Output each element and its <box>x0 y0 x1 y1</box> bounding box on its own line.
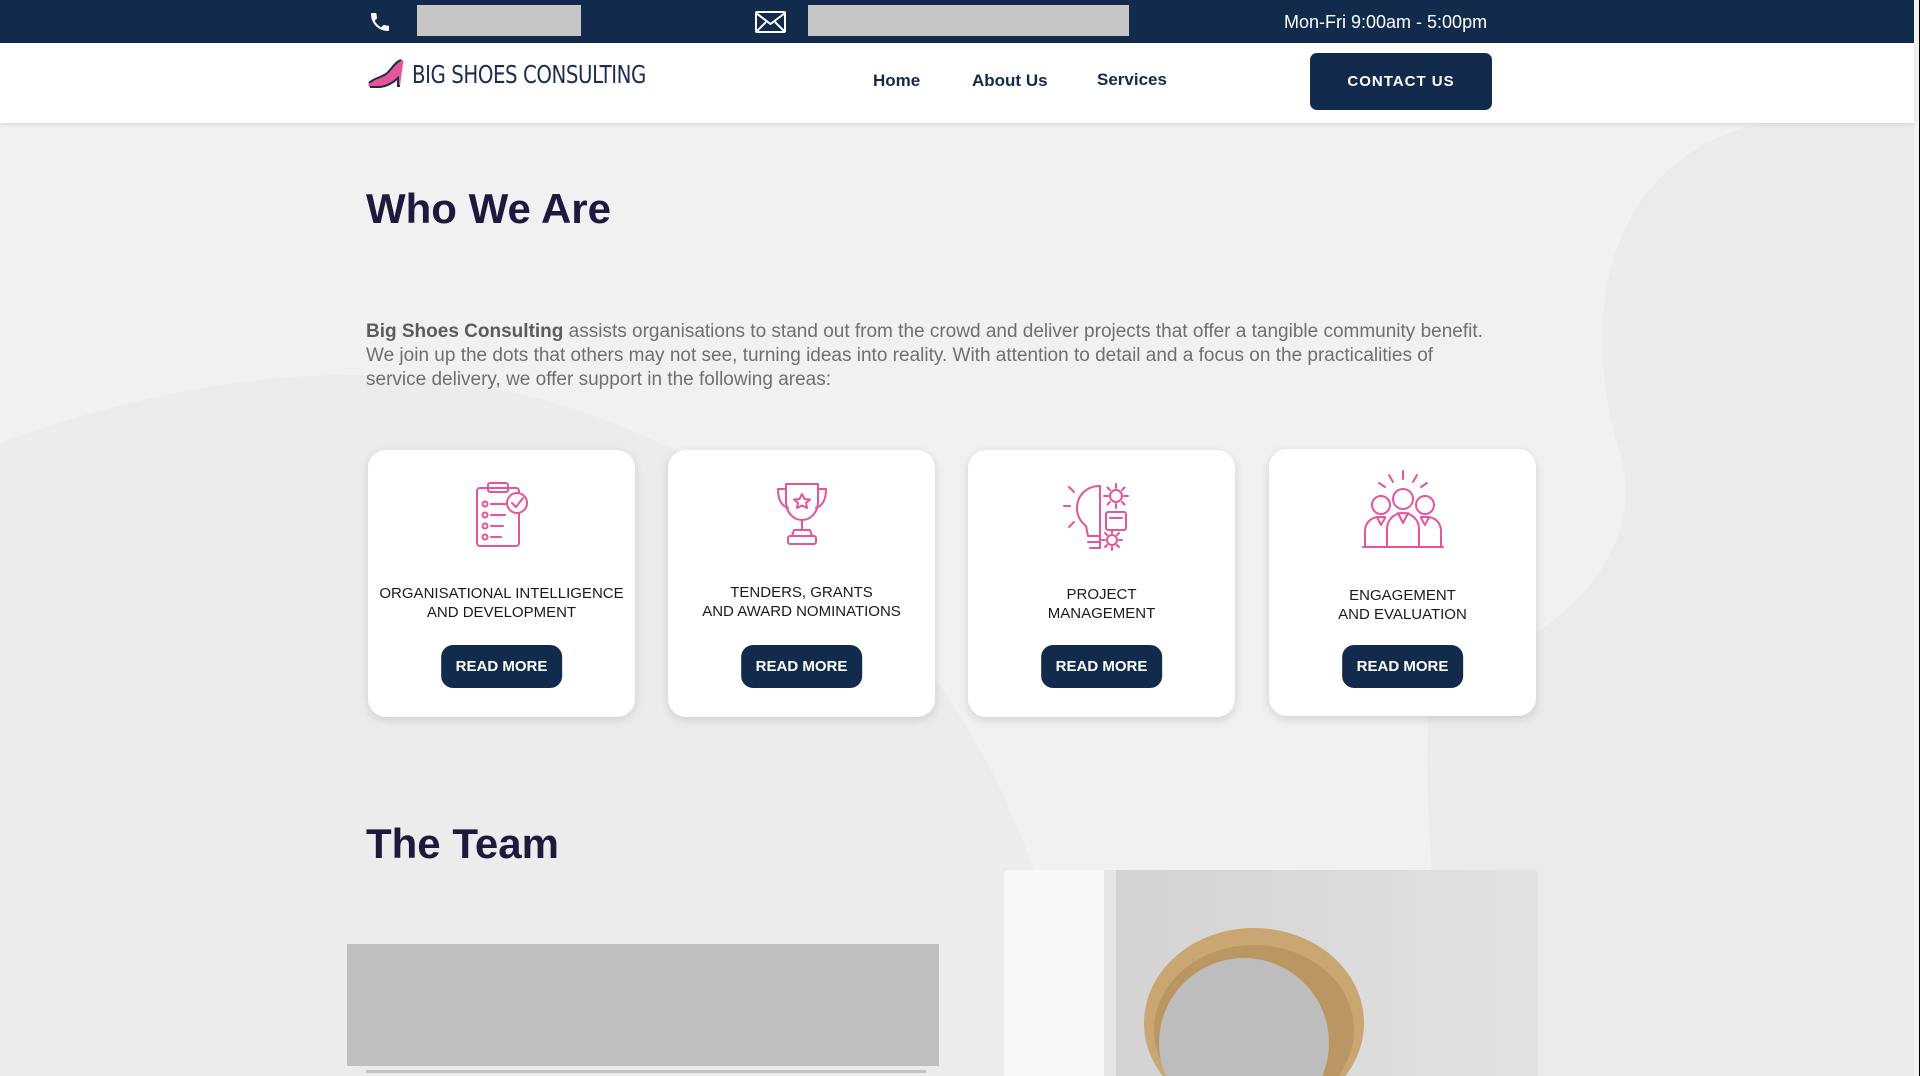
intro-paragraph: Big Shoes Consulting assists organisatio… <box>366 320 1496 392</box>
photo-door <box>1004 870 1110 1076</box>
business-hours: Mon-Fri 9:00am - 5:00pm <box>1284 12 1488 32</box>
service-card-project-management: PROJECT MANAGEMENT READ MORE <box>968 450 1235 717</box>
envelope-icon[interactable] <box>755 11 786 33</box>
service-title: ORGANISATIONAL INTELLIGENCE AND DEVELOPM… <box>379 585 624 621</box>
read-more-button[interactable]: READ MORE <box>740 645 863 688</box>
site-logo[interactable]: BIG SHOES CONSULTING <box>366 56 678 92</box>
nav-about-us[interactable]: About Us <box>972 71 1048 91</box>
team-group-icon <box>1361 470 1444 548</box>
section-title-the-team: The Team <box>366 820 559 867</box>
team-text-cutoff <box>366 1066 926 1076</box>
phone-number-redacted[interactable] <box>417 5 581 36</box>
contact-us-button[interactable]: CONTACT US <box>1310 53 1492 110</box>
company-name: Big Shoes Consulting <box>366 321 564 342</box>
section-title-who-we-are: Who We Are <box>366 185 612 232</box>
service-title: ENGAGEMENT AND EVALUATION <box>1338 587 1467 623</box>
email-address-redacted[interactable] <box>808 5 1129 36</box>
site-header: BIG SHOES CONSULTING Home About Us Servi… <box>0 43 1914 123</box>
background-decoration <box>0 123 1914 1076</box>
logo-text: BIG SHOES CONSULTING <box>412 59 646 89</box>
nav-services[interactable]: Services <box>1097 70 1167 90</box>
service-title: TENDERS, GRANTS AND AWARD NOMINATIONS <box>702 584 901 620</box>
service-card-tenders: TENDERS, GRANTS AND AWARD NOMINATIONS RE… <box>668 450 935 717</box>
high-heel-shoe-icon <box>368 59 404 88</box>
lightbulb-gears-icon <box>1062 483 1129 551</box>
nav-home[interactable]: Home <box>873 71 920 91</box>
read-more-button[interactable]: READ MORE <box>1040 645 1163 688</box>
service-card-engagement: ENGAGEMENT AND EVALUATION READ MORE <box>1269 449 1536 716</box>
read-more-button[interactable]: READ MORE <box>1341 645 1464 688</box>
service-title: PROJECT MANAGEMENT <box>1047 586 1156 622</box>
trophy-icon <box>776 483 827 545</box>
service-card-organisational: ORGANISATIONAL INTELLIGENCE AND DEVELOPM… <box>368 450 635 717</box>
team-text-redacted <box>347 944 939 1066</box>
clipboard-checklist-icon <box>475 482 528 547</box>
read-more-button[interactable]: READ MORE <box>440 645 563 688</box>
phone-icon[interactable] <box>368 10 392 34</box>
top-contact-bar: Mon-Fri 9:00am - 5:00pm <box>0 0 1914 43</box>
team-member-photo <box>1004 870 1538 1076</box>
